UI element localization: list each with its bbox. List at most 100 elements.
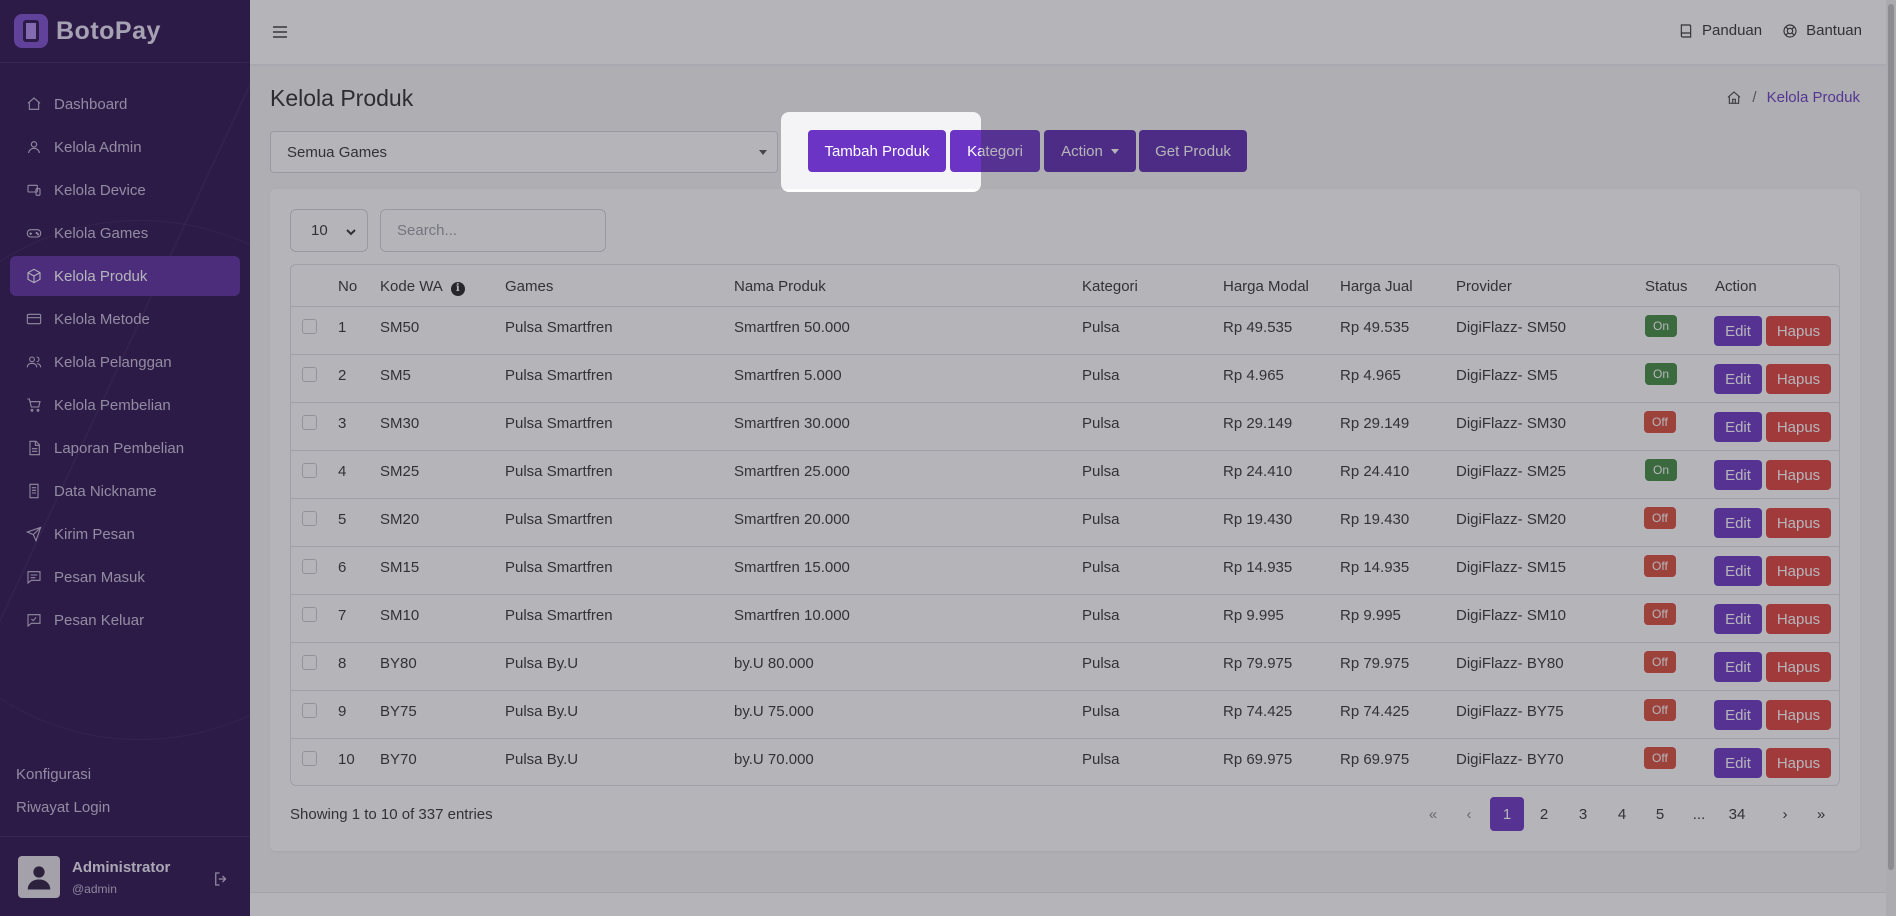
delete-button[interactable]: Hapus	[1766, 316, 1831, 346]
page-4-button[interactable]: 4	[1605, 797, 1639, 831]
status-badge[interactable]: Off	[1644, 699, 1676, 721]
delete-button[interactable]: Hapus	[1766, 364, 1831, 394]
last-page-button[interactable]: »	[1804, 797, 1838, 831]
edit-button[interactable]: Edit	[1714, 556, 1762, 586]
row-checkbox[interactable]	[302, 511, 317, 526]
games-filter-select[interactable]: Semua Games	[270, 131, 778, 173]
header-status[interactable]: Status	[1645, 278, 1688, 295]
row-checkbox[interactable]	[302, 463, 317, 478]
edit-button[interactable]: Edit	[1714, 604, 1762, 634]
edit-button[interactable]: Edit	[1714, 316, 1762, 346]
status-badge[interactable]: Off	[1644, 555, 1676, 577]
header-harga-jual[interactable]: Harga Jual	[1340, 278, 1413, 295]
hamburger-menu-icon[interactable]	[272, 24, 288, 45]
sidebar-item-laporan-pembelian[interactable]: Laporan Pembelian	[10, 428, 240, 468]
user-profile[interactable]: Administrator @admin	[18, 856, 170, 898]
edit-button[interactable]: Edit	[1714, 652, 1762, 682]
sidebar-item-data-nickname[interactable]: Data Nickname	[10, 471, 240, 511]
page-ellipsis-button[interactable]: ...	[1682, 797, 1716, 831]
edit-button[interactable]: Edit	[1714, 700, 1762, 730]
sidebar-item-kelola-pembelian[interactable]: Kelola Pembelian	[10, 385, 240, 425]
cell-provider: DigiFlazz- SM10	[1456, 607, 1567, 624]
home-icon[interactable]	[1726, 90, 1742, 106]
delete-button[interactable]: Hapus	[1766, 460, 1831, 490]
edit-button[interactable]: Edit	[1714, 508, 1762, 538]
page-1-button[interactable]: 1	[1490, 797, 1524, 831]
status-badge[interactable]: Off	[1644, 603, 1676, 625]
row-checkbox[interactable]	[302, 415, 317, 430]
sidebar-item-pesan-masuk[interactable]: Pesan Masuk	[10, 557, 240, 597]
config-link[interactable]: Konfigurasi	[16, 762, 110, 795]
brand[interactable]: BotoPay	[14, 14, 161, 48]
edit-button[interactable]: Edit	[1714, 412, 1762, 442]
header-kode-wa[interactable]: Kode WA i	[380, 278, 465, 296]
category-button[interactable]: Kategori	[950, 130, 1040, 172]
status-badge[interactable]: Off	[1644, 651, 1676, 673]
info-icon[interactable]: i	[450, 282, 465, 296]
row-checkbox[interactable]	[302, 703, 317, 718]
delete-button[interactable]: Hapus	[1766, 604, 1831, 634]
row-checkbox[interactable]	[302, 367, 317, 382]
sidebar-item-kelola-pelanggan[interactable]: Kelola Pelanggan	[10, 342, 240, 382]
row-checkbox[interactable]	[302, 559, 317, 574]
sidebar-item-label: Kelola Games	[54, 224, 149, 242]
header-kategori[interactable]: Kategori	[1082, 278, 1138, 295]
row-checkbox[interactable]	[302, 655, 317, 670]
sidebar-item-label: Kelola Metode	[54, 310, 150, 328]
action-dropdown-button[interactable]: Action	[1044, 130, 1136, 172]
header-provider[interactable]: Provider	[1456, 278, 1512, 295]
page-5-button[interactable]: 5	[1643, 797, 1677, 831]
box-icon	[26, 268, 42, 284]
avatar	[18, 856, 60, 898]
get-product-button[interactable]: Get Produk	[1139, 130, 1247, 172]
status-badge[interactable]: Off	[1644, 747, 1676, 769]
page-3-button[interactable]: 3	[1566, 797, 1600, 831]
add-product-button[interactable]: Tambah Produk	[808, 130, 946, 172]
row-checkbox[interactable]	[302, 607, 317, 622]
sidebar-item-kirim-pesan[interactable]: Kirim Pesan	[10, 514, 240, 554]
delete-button[interactable]: Hapus	[1766, 700, 1831, 730]
status-badge[interactable]: Off	[1644, 411, 1676, 433]
status-badge[interactable]: On	[1645, 315, 1678, 337]
sidebar-item-kelola-metode[interactable]: Kelola Metode	[10, 299, 240, 339]
scrollbar-thumb[interactable]	[1888, 4, 1894, 870]
edit-button[interactable]: Edit	[1714, 364, 1762, 394]
sidebar-item-dashboard[interactable]: Dashboard	[10, 84, 240, 124]
guide-link[interactable]: Panduan	[1678, 22, 1762, 39]
next-page-button[interactable]: ›	[1768, 797, 1802, 831]
sidebar-item-kelola-games[interactable]: Kelola Games	[10, 213, 240, 253]
help-link[interactable]: Bantuan	[1782, 22, 1862, 39]
row-checkbox[interactable]	[302, 319, 317, 334]
delete-button[interactable]: Hapus	[1766, 412, 1831, 442]
user-avatar-icon	[27, 866, 51, 890]
page-scrollbar[interactable]	[1886, 0, 1896, 916]
prev-page-button[interactable]: ‹	[1452, 797, 1486, 831]
login-history-link[interactable]: Riwayat Login	[16, 795, 110, 828]
delete-button[interactable]: Hapus	[1766, 508, 1831, 538]
row-checkbox[interactable]	[302, 751, 317, 766]
sidebar-item-kelola-device[interactable]: Kelola Device	[10, 170, 240, 210]
page-size-select[interactable]: 10	[290, 209, 368, 252]
sidebar-item-kelola-admin[interactable]: Kelola Admin	[10, 127, 240, 167]
entries-info: Showing 1 to 10 of 337 entries	[290, 806, 493, 823]
status-badge[interactable]: On	[1645, 363, 1678, 385]
delete-button[interactable]: Hapus	[1766, 748, 1831, 778]
edit-button[interactable]: Edit	[1714, 748, 1762, 778]
status-badge[interactable]: Off	[1644, 507, 1676, 529]
delete-button[interactable]: Hapus	[1766, 652, 1831, 682]
header-games[interactable]: Games	[505, 278, 553, 295]
footer-bar	[250, 892, 1886, 916]
delete-button[interactable]: Hapus	[1766, 556, 1831, 586]
page-34-button[interactable]: 34	[1720, 797, 1754, 831]
edit-button[interactable]: Edit	[1714, 460, 1762, 490]
search-input[interactable]	[380, 209, 606, 252]
logout-icon[interactable]	[212, 870, 230, 893]
sidebar-item-pesan-keluar[interactable]: Pesan Keluar	[10, 600, 240, 640]
header-harga-modal[interactable]: Harga Modal	[1223, 278, 1309, 295]
sidebar-item-kelola-produk[interactable]: Kelola Produk	[10, 256, 240, 296]
header-nama-produk[interactable]: Nama Produk	[734, 278, 826, 295]
header-no[interactable]: No	[338, 278, 357, 295]
page-2-button[interactable]: 2	[1527, 797, 1561, 831]
status-badge[interactable]: On	[1645, 459, 1678, 481]
first-page-button[interactable]: «	[1416, 797, 1450, 831]
